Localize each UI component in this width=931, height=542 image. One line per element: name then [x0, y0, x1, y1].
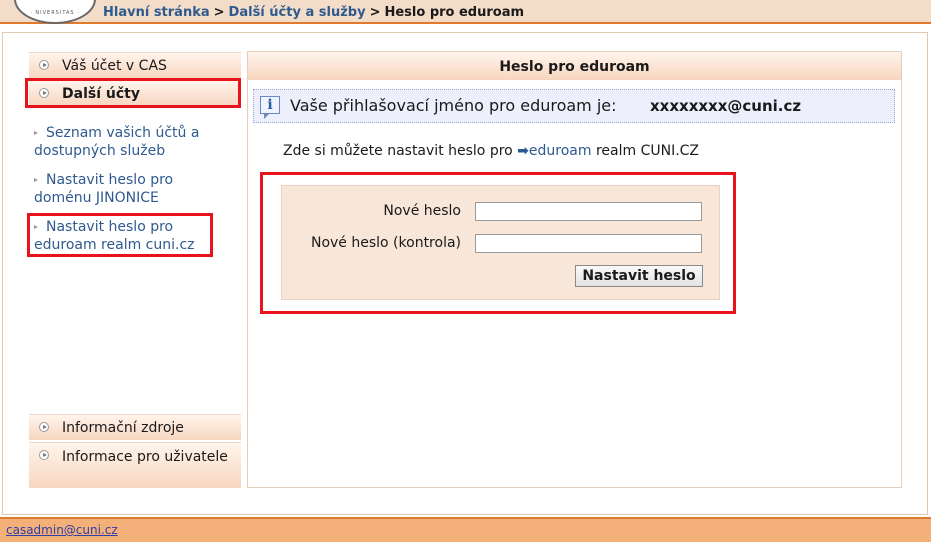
- breadcrumb-current: Heslo pro eduroam: [384, 5, 525, 20]
- logo-text: · NIVERSITAS ·: [30, 10, 80, 16]
- eduroam-username: xxxxxxxx@cuni.cz: [650, 97, 802, 115]
- intro-prefix: Zde si můžete nastavit heslo pro: [283, 143, 513, 159]
- university-logo: · NIVERSITAS ·: [14, 0, 96, 24]
- triangle-bullet-icon: [34, 131, 38, 135]
- sidebar-item-label: Informace pro uživatele: [62, 449, 228, 465]
- sidebar-item-info-sources[interactable]: Informační zdroje: [29, 414, 241, 440]
- sidebar-link-label: Nastavit heslo pro doménu JINONICE: [34, 172, 174, 206]
- admin-email-link[interactable]: casadmin@cuni.cz: [6, 523, 118, 537]
- breadcrumb: Hlavní stránka > Další účty a služby > Heslo…: [103, 5, 524, 20]
- breadcrumb-separator: >: [369, 5, 381, 20]
- info-message: i Vaše přihlašovací jméno pro eduroam je…: [253, 89, 895, 123]
- arrow-right-icon: ➡: [517, 143, 529, 159]
- triangle-bullet-icon: [34, 178, 38, 182]
- intro-suffix: realm CUNI.CZ: [595, 143, 700, 159]
- sidebar-link-label: Seznam vašich účtů a dostupných služeb: [34, 125, 200, 159]
- breadcrumb-separator: >: [213, 5, 225, 20]
- sidebar-item-cas-account[interactable]: Váš účet v CAS: [29, 52, 241, 78]
- circle-arrow-icon: [39, 450, 49, 460]
- sidebar-link-jinonice-password[interactable]: Nastavit heslo pro doménu JINONICE: [34, 171, 234, 207]
- circle-arrow-icon: [39, 422, 49, 432]
- sidebar-item-user-info[interactable]: Informace pro uživatele: [29, 442, 241, 488]
- footer-bar: casadmin@cuni.cz: [0, 517, 931, 542]
- highlight-box-other-accounts: [25, 78, 241, 108]
- circle-arrow-icon: [39, 60, 49, 70]
- top-header-bar: · NIVERSITAS · Hlavní stránka > Další účty…: [0, 0, 931, 24]
- info-icon: i: [260, 96, 280, 119]
- sidebar-link-accounts-list[interactable]: Seznam vašich účtů a dostupných služeb: [34, 124, 234, 160]
- page-title: Heslo pro eduroam: [248, 52, 901, 80]
- breadcrumb-section-link[interactable]: Další účty a služby: [229, 5, 366, 20]
- intro-text: Zde si můžete nastavit heslo pro ➡eduroa…: [283, 143, 699, 159]
- sidebar-item-label: Informační zdroje: [62, 420, 184, 436]
- breadcrumb-home-link[interactable]: Hlavní stránka: [103, 5, 210, 20]
- sidebar-item-label: Váš účet v CAS: [62, 58, 167, 74]
- eduroam-link[interactable]: eduroam: [529, 143, 592, 159]
- highlight-box-form: [260, 172, 736, 314]
- info-text: Vaše přihlašovací jméno pro eduroam je:: [290, 96, 617, 115]
